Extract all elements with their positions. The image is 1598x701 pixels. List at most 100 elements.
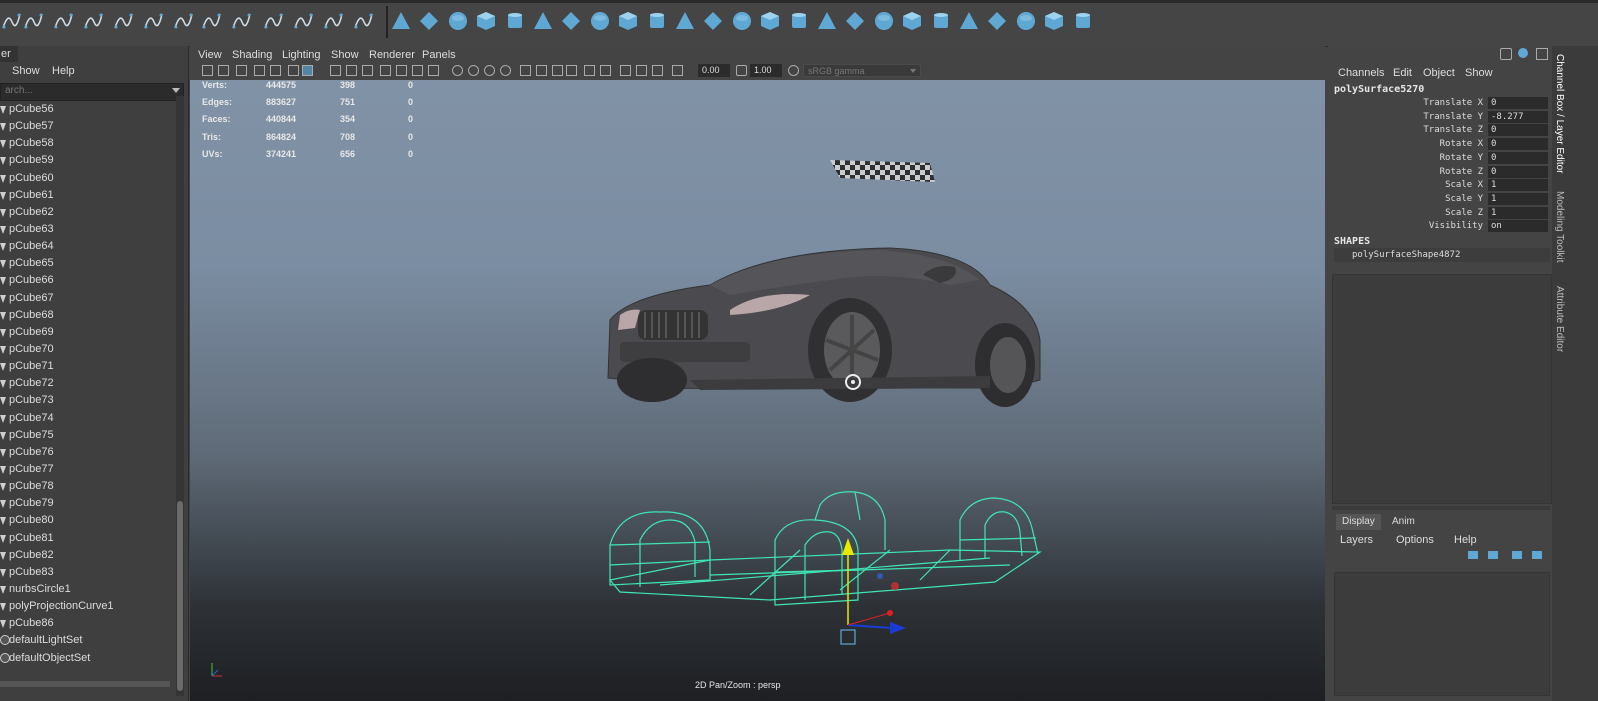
outliner-scroll-thumb[interactable] — [177, 501, 183, 691]
tab-anim[interactable]: Anim — [1386, 514, 1421, 530]
outliner-item[interactable]: pCube83 — [0, 564, 176, 581]
cylinder-icon[interactable] — [475, 10, 497, 32]
curve-edit-icon[interactable] — [390, 10, 412, 32]
outliner-item[interactable]: pCube63 — [0, 221, 176, 238]
channel-attribute-value[interactable]: -8.277 — [1488, 110, 1548, 123]
bookmark-icon[interactable] — [236, 65, 247, 76]
outliner-item[interactable]: pCube73 — [0, 392, 176, 409]
gamma-field[interactable]: 1.00 — [750, 64, 782, 77]
boolean-difference-icon[interactable] — [816, 10, 838, 32]
channel-attribute-value[interactable]: 1 — [1488, 192, 1548, 205]
cone-icon[interactable] — [504, 10, 526, 32]
channel-attribute-name[interactable]: Translate X — [1328, 97, 1483, 110]
channel-attribute-name[interactable]: Scale X — [1328, 179, 1483, 192]
outliner-item[interactable]: pCube57 — [0, 118, 176, 135]
outliner-item[interactable]: pCube80 — [0, 512, 176, 529]
combine-icon[interactable] — [1043, 10, 1065, 32]
channel-attribute-name[interactable]: Rotate Y — [1328, 152, 1483, 165]
channel-box-menu-object[interactable]: Object — [1423, 64, 1455, 82]
channel-attribute-name[interactable]: Translate Z — [1328, 124, 1483, 137]
gamma-toggle-icon[interactable] — [736, 65, 747, 76]
outliner-item[interactable]: pCube72 — [0, 375, 176, 392]
channel-attribute-row[interactable]: Translate X 0 — [1328, 97, 1552, 111]
checker-plane[interactable] — [830, 160, 935, 182]
outliner-item[interactable]: pCube69 — [0, 324, 176, 341]
resolution-gate-icon[interactable] — [302, 65, 313, 76]
curve-tool-icon[interactable] — [172, 10, 194, 32]
sync-icon[interactable] — [1500, 48, 1512, 60]
textured-icon[interactable] — [452, 65, 463, 76]
panel-resize-handle[interactable] — [1332, 506, 1550, 510]
ep-curve-icon[interactable] — [22, 10, 44, 32]
selected-object-name[interactable]: polySurface5270 — [1334, 84, 1424, 95]
depth-of-field-icon[interactable] — [552, 65, 563, 76]
layer-menu-options[interactable]: Options — [1396, 531, 1434, 549]
ambient-occlusion-icon[interactable] — [500, 65, 511, 76]
outliner-item[interactable]: defaultLightSet — [0, 632, 176, 649]
channel-attribute-row[interactable]: Scale Y 1 — [1328, 192, 1552, 207]
outliner-item[interactable]: pCube60 — [0, 170, 176, 187]
plane-icon[interactable] — [532, 10, 554, 32]
channel-attribute-name[interactable]: Rotate Z — [1328, 166, 1483, 179]
safe-action-icon[interactable] — [362, 65, 373, 76]
smooth-shade-icon[interactable] — [412, 65, 423, 76]
channel-attribute-row[interactable]: Rotate Z 0 — [1328, 165, 1552, 180]
film-gate-icon[interactable] — [288, 65, 299, 76]
outliner-item[interactable]: pCube66 — [0, 272, 176, 289]
color-management-icon[interactable] — [788, 65, 799, 76]
outliner-menu-show[interactable]: Show — [12, 62, 40, 80]
curve-zigzag-icon[interactable] — [230, 10, 252, 32]
outliner-item[interactable]: pCube81 — [0, 530, 176, 547]
channel-attribute-row[interactable]: Scale X 1 — [1328, 179, 1552, 193]
multi-cut-icon[interactable] — [1015, 10, 1037, 32]
image-plane-icon[interactable] — [254, 65, 265, 76]
new-layer-selected-icon[interactable] — [1532, 551, 1542, 559]
channel-attribute-name[interactable]: Rotate X — [1328, 138, 1483, 151]
extrude-icon[interactable] — [873, 10, 895, 32]
layer-menu-help[interactable]: Help — [1454, 531, 1477, 549]
exposure-icon[interactable] — [636, 65, 647, 76]
channel-attribute-row[interactable]: Scale Z 1 — [1328, 206, 1552, 221]
channel-attribute-row[interactable]: Translate Y -8.277 — [1328, 110, 1552, 125]
outliner-item[interactable]: pCube59 — [0, 152, 176, 169]
smooth-icon[interactable] — [1072, 10, 1094, 32]
gate-mask-icon[interactable] — [330, 65, 341, 76]
outliner-search-field[interactable] — [0, 83, 184, 101]
outliner-menu-help[interactable]: Help — [52, 62, 75, 80]
curve-bend-icon[interactable] — [142, 10, 164, 32]
outliner-item[interactable]: pCube68 — [0, 307, 176, 324]
move-layer-down-icon[interactable] — [1488, 551, 1498, 559]
outliner-item[interactable]: pCube76 — [0, 444, 176, 461]
channel-attribute-row[interactable]: Rotate Y 0 — [1328, 151, 1552, 166]
chevron-down-icon[interactable] — [172, 88, 180, 93]
channel-attribute-name[interactable]: Translate Y — [1328, 111, 1483, 124]
pipe-icon[interactable] — [589, 10, 611, 32]
bridge-icon[interactable] — [930, 10, 952, 32]
channel-box-menu-channels[interactable]: Channels — [1338, 64, 1384, 82]
outliner-item[interactable]: nurbsCircle1 — [0, 581, 176, 598]
helix-icon[interactable] — [617, 10, 639, 32]
channel-attribute-value[interactable]: 1 — [1488, 206, 1548, 219]
tab-display[interactable]: Display — [1336, 514, 1381, 530]
side-tab-attribute-editor[interactable]: Attribute Editor — [1554, 286, 1565, 352]
circle-arc-icon[interactable] — [262, 10, 284, 32]
xray-components-icon[interactable] — [620, 65, 631, 76]
grid-icon[interactable] — [270, 65, 281, 76]
channel-box-menu-show[interactable]: Show — [1465, 64, 1493, 82]
exposure-field[interactable]: 0.00 — [698, 64, 730, 77]
outliner-horizontal-scrollbar[interactable] — [0, 681, 170, 687]
channel-box-menu-edit[interactable]: Edit — [1393, 64, 1412, 82]
isolate-select-icon[interactable] — [566, 65, 577, 76]
wireframe-chassis[interactable] — [608, 491, 1042, 606]
shape-node-row[interactable]: polySurfaceShape4872 — [1334, 248, 1550, 262]
curve-rebuild-icon[interactable] — [352, 10, 374, 32]
xray-icon[interactable] — [584, 65, 595, 76]
channel-attribute-value[interactable]: 0 — [1488, 151, 1548, 164]
curve-points-icon[interactable] — [292, 10, 314, 32]
append-icon[interactable] — [958, 10, 980, 32]
boolean-intersect-icon[interactable] — [844, 10, 866, 32]
channel-attribute-value[interactable]: on — [1488, 220, 1548, 233]
channel-attribute-value[interactable]: 0 — [1488, 97, 1548, 109]
outliner-item[interactable]: polyProjectionCurve1 — [0, 598, 176, 615]
xray-joints-icon[interactable] — [600, 65, 611, 76]
